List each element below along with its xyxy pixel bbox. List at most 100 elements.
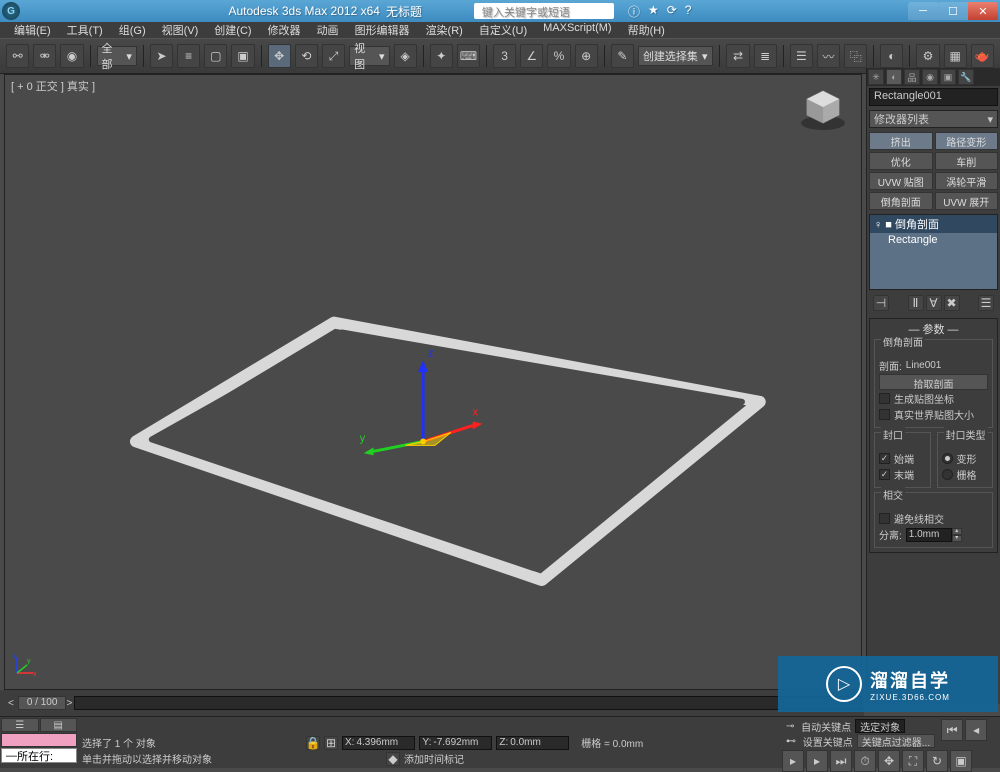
modifier-list-dropdown[interactable]: 修改器列表▾ bbox=[869, 110, 998, 128]
viewport-label[interactable]: [ + 0 正交 ] 真实 ] bbox=[11, 78, 95, 94]
viewcube-icon[interactable] bbox=[797, 81, 849, 133]
mod-pathdeform-button[interactable]: 路径变形 bbox=[935, 132, 999, 150]
macro-rec-button[interactable] bbox=[1, 733, 77, 747]
object-name-field[interactable]: Rectangle001 bbox=[869, 88, 998, 106]
time-config-icon[interactable]: ⏱ bbox=[854, 750, 876, 772]
menu-tools[interactable]: 工具(T) bbox=[59, 22, 111, 38]
mod-uvwmap-button[interactable]: UVW 贴图 bbox=[869, 172, 933, 190]
menu-help[interactable]: 帮助(H) bbox=[620, 22, 673, 38]
abs-transform-icon[interactable]: ⊞ bbox=[324, 736, 338, 750]
tab-utilities-icon[interactable]: 🔧 bbox=[958, 69, 974, 85]
goto-end-icon[interactable]: ⏭ bbox=[830, 750, 852, 772]
info-icon[interactable]: ⓘ bbox=[628, 3, 640, 20]
cap-start-checkbox[interactable]: ✓ bbox=[879, 453, 890, 464]
mod-bevelprofile-button[interactable]: 倒角剖面 bbox=[869, 192, 933, 210]
coord-y-input[interactable] bbox=[433, 737, 489, 748]
pin-stack-icon[interactable]: ⊣ bbox=[873, 295, 889, 311]
select-by-name-icon[interactable]: ≡ bbox=[177, 44, 200, 68]
location-button[interactable]: — 所在行: bbox=[1, 748, 77, 763]
mod-extrude-button[interactable]: 挤出 bbox=[869, 132, 933, 150]
play-icon[interactable]: ▸ bbox=[782, 750, 804, 772]
selection-filter[interactable]: 全部▾ bbox=[97, 46, 137, 66]
tab-motion-icon[interactable]: ◉ bbox=[922, 69, 938, 85]
render-setup-icon[interactable]: ⚙ bbox=[916, 44, 939, 68]
mod-uvwunwrap-button[interactable]: UVW 展开 bbox=[935, 192, 999, 210]
mod-lathe-button[interactable]: 车削 bbox=[935, 152, 999, 170]
show-end-icon[interactable]: Ⅱ bbox=[908, 295, 924, 311]
mod-turbosmooth-button[interactable]: 涡轮平滑 bbox=[935, 172, 999, 190]
layers-icon[interactable]: ☰ bbox=[790, 44, 813, 68]
add-time-tag[interactable]: 添加时间标记 bbox=[404, 751, 464, 766]
tab-hierarchy-icon[interactable]: 品 bbox=[904, 69, 920, 85]
configure-sets-icon[interactable]: ☰ bbox=[978, 295, 994, 311]
angle-snap-icon[interactable]: ∠ bbox=[520, 44, 543, 68]
time-slider-handle[interactable]: 0 / 100 bbox=[18, 696, 67, 710]
keyboard-icon[interactable]: ⌨ bbox=[457, 44, 480, 68]
menu-views[interactable]: 视图(V) bbox=[154, 22, 207, 38]
modifier-stack[interactable]: ♀ ■ 倒角剖面 Rectangle bbox=[869, 214, 998, 290]
align-icon[interactable]: ≣ bbox=[754, 44, 777, 68]
menu-create[interactable]: 创建(C) bbox=[206, 22, 259, 38]
help-icon[interactable]: ? bbox=[685, 3, 692, 20]
orbit-icon[interactable]: ↻ bbox=[926, 750, 948, 772]
render-icon[interactable]: 🫖 bbox=[971, 44, 994, 68]
minimize-button[interactable]: ─ bbox=[908, 2, 938, 20]
gen-map-checkbox[interactable] bbox=[879, 393, 890, 404]
real-world-checkbox[interactable] bbox=[879, 409, 890, 420]
script-mini-icon[interactable]: ☰ bbox=[1, 718, 39, 732]
pan-view-icon[interactable]: ✥ bbox=[878, 750, 900, 772]
rotate-icon[interactable]: ⟲ bbox=[295, 44, 318, 68]
lock-selection-icon[interactable]: 🔒 bbox=[306, 736, 320, 750]
scale-icon[interactable]: ⤢ bbox=[322, 44, 345, 68]
select-icon[interactable]: ➤ bbox=[150, 44, 173, 68]
material-editor-icon[interactable]: ◐ bbox=[880, 44, 903, 68]
separation-spinner[interactable]: ▴▾ bbox=[906, 528, 962, 542]
zoom-extents-icon[interactable]: ⛶ bbox=[902, 750, 924, 772]
tab-display-icon[interactable]: ▣ bbox=[940, 69, 956, 85]
pick-profile-button[interactable]: 拾取剖面 bbox=[879, 374, 988, 390]
snap-3d-icon[interactable]: 3 bbox=[493, 44, 516, 68]
app-logo-icon[interactable]: G bbox=[2, 2, 20, 20]
percent-snap-icon[interactable]: % bbox=[547, 44, 570, 68]
schematic-icon[interactable]: ⿻ bbox=[844, 44, 867, 68]
menu-graph[interactable]: 图形编辑器 bbox=[347, 22, 418, 38]
menu-render[interactable]: 渲染(R) bbox=[418, 22, 471, 38]
set-key-icon[interactable]: ⊷ bbox=[786, 736, 796, 747]
goto-start-icon[interactable]: ⏮ bbox=[941, 719, 963, 741]
menu-modifiers[interactable]: 修改器 bbox=[260, 22, 309, 38]
manipulate-icon[interactable]: ✦ bbox=[430, 44, 453, 68]
prev-frame-icon[interactable]: ◂ bbox=[965, 719, 987, 741]
listener-icon[interactable]: ▤ bbox=[40, 718, 78, 732]
menu-customize[interactable]: 自定义(U) bbox=[471, 22, 535, 38]
move-icon[interactable]: ✥ bbox=[268, 44, 291, 68]
tab-modify-icon[interactable]: ◐ bbox=[886, 69, 902, 85]
edit-named-sel-icon[interactable]: ✎ bbox=[611, 44, 634, 68]
pivot-icon[interactable]: ◈ bbox=[394, 44, 417, 68]
rendered-frame-icon[interactable]: ▦ bbox=[944, 44, 967, 68]
max-viewport-icon[interactable]: ▣ bbox=[950, 750, 972, 772]
ref-coord-system[interactable]: 视图▾ bbox=[349, 46, 389, 66]
coord-z-input[interactable] bbox=[510, 737, 566, 748]
unlink-icon[interactable]: ⚮ bbox=[33, 44, 56, 68]
cap-grid-radio[interactable] bbox=[942, 469, 953, 480]
mod-optimize-button[interactable]: 优化 bbox=[869, 152, 933, 170]
coord-x-input[interactable] bbox=[356, 737, 412, 748]
time-slider[interactable]: < 0 / 100 > bbox=[0, 690, 864, 716]
tab-create-icon[interactable]: ✳ bbox=[868, 69, 884, 85]
refresh-icon[interactable]: ⟳ bbox=[667, 3, 677, 20]
avoid-intersect-checkbox[interactable] bbox=[879, 513, 890, 524]
region-rect-icon[interactable]: ▢ bbox=[204, 44, 227, 68]
key-mode-icon[interactable]: ⊸ bbox=[786, 721, 794, 732]
bind-icon[interactable]: ◉ bbox=[60, 44, 83, 68]
star-icon[interactable]: ★ bbox=[648, 3, 659, 20]
named-selection[interactable]: 创建选择集▾ bbox=[638, 46, 714, 66]
menu-group[interactable]: 组(G) bbox=[111, 22, 154, 38]
maximize-button[interactable]: ☐ bbox=[938, 2, 968, 20]
make-unique-icon[interactable]: ∀ bbox=[926, 295, 942, 311]
cap-end-checkbox[interactable]: ✓ bbox=[879, 469, 890, 480]
menu-maxscript[interactable]: MAXScript(M) bbox=[535, 22, 619, 38]
search-input[interactable]: 键入关键字或短语 bbox=[474, 3, 614, 19]
next-frame-icon[interactable]: ▸ bbox=[806, 750, 828, 772]
window-crossing-icon[interactable]: ▣ bbox=[231, 44, 254, 68]
menu-animation[interactable]: 动画 bbox=[309, 22, 347, 38]
